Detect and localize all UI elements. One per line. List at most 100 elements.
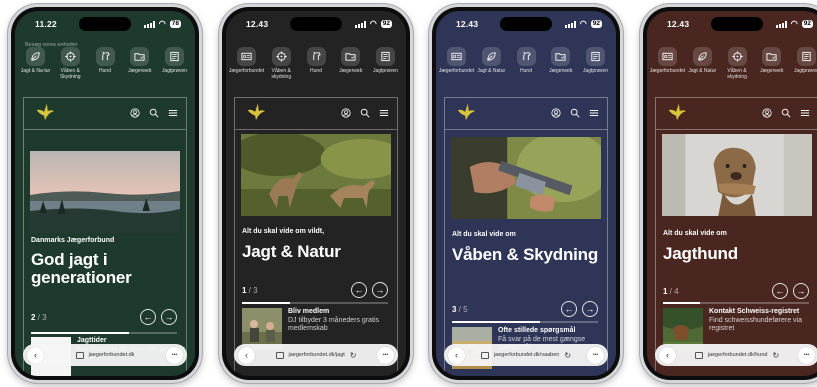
- menu-icon[interactable]: [589, 105, 599, 123]
- quicklink-item[interactable]: Jægerweb: [544, 47, 577, 74]
- slide-counter: 3 / 5: [452, 305, 468, 314]
- quicklink-label: Jægerweb: [128, 68, 152, 74]
- next-slide-button[interactable]: →: [793, 283, 809, 299]
- bird-logo-icon[interactable]: [455, 100, 477, 127]
- quicklink-label: Jagtprøven: [161, 68, 187, 74]
- quicklink-item[interactable]: Jagt & Natur: [475, 47, 508, 74]
- prev-slide-button[interactable]: ←: [561, 301, 577, 317]
- menu-icon[interactable]: [800, 105, 810, 123]
- leaf-icon: [481, 47, 501, 66]
- quicklink-label: Jagtprøven: [793, 68, 817, 74]
- hero-eyebrow: Danmarks Jægerforbund: [31, 237, 115, 244]
- address-bar[interactable]: jaegerforbundet.dk/vaaben ↻: [465, 351, 587, 360]
- user-icon[interactable]: [130, 105, 140, 123]
- quicklink-item[interactable]: Jagtprøven: [369, 47, 402, 80]
- pager-arrows: ← →: [772, 283, 809, 299]
- quicklink-item[interactable]: Jægerforbundet: [439, 47, 474, 74]
- menu-icon[interactable]: [379, 105, 389, 123]
- hero-image: [241, 134, 391, 216]
- search-icon[interactable]: [781, 105, 791, 123]
- quicklink-item[interactable]: Hund: [510, 47, 543, 74]
- address-bar[interactable]: jaegerforbundet.dk: [44, 351, 166, 359]
- battery-icon: 92: [801, 20, 813, 28]
- prev-slide-button[interactable]: ←: [351, 282, 367, 298]
- quicklink-item[interactable]: Jagt & Na-tur: [19, 47, 52, 80]
- reload-icon[interactable]: ↻: [350, 351, 357, 360]
- dynamic-island: [79, 17, 131, 31]
- prev-slide-button[interactable]: ←: [772, 283, 788, 299]
- quicklink-label: Jagtprøven: [372, 68, 398, 74]
- dynamic-island: [500, 17, 552, 31]
- quicklink-label: Jægerweb: [549, 68, 573, 74]
- status-time: 11.22: [35, 19, 57, 29]
- next-slide-button[interactable]: →: [582, 301, 598, 317]
- phone-bezel: 12.43 ◠ 92 Jægerforbundet Jagt & Natur Våben …: [643, 7, 817, 380]
- crosshair-icon: [727, 47, 747, 66]
- status-indicators: ◠ 92: [564, 20, 602, 28]
- quicklink-item[interactable]: Hund: [300, 47, 333, 80]
- search-icon[interactable]: [149, 105, 159, 123]
- quicklinks-bar: Jægerforbundet Våben & skydning Hund Jægerw…: [228, 47, 402, 80]
- bird-logo-icon[interactable]: [666, 100, 688, 127]
- slide-pager: 1 / 4 ← →: [663, 283, 809, 299]
- back-button[interactable]: ‹: [238, 346, 255, 364]
- exam-icon: [797, 47, 816, 66]
- back-button[interactable]: ‹: [448, 346, 465, 364]
- search-icon[interactable]: [570, 105, 580, 123]
- pager-arrows: ← →: [561, 301, 598, 317]
- more-options-button[interactable]: •••: [798, 346, 815, 364]
- quicklink-item[interactable]: Hund: [89, 47, 122, 80]
- menu-icon[interactable]: [168, 105, 178, 123]
- slide-total: 4: [674, 286, 679, 296]
- prev-slide-button[interactable]: ←: [140, 309, 156, 325]
- quicklink-item[interactable]: Våben & Skydning: [54, 47, 87, 80]
- phone-1: 11.22 ◠ 78 Besøg vores enheder Jagt & Na-tur…: [8, 4, 202, 383]
- phone-screen: 12.43 ◠ 92 Jægerforbundet Jagt & Natur Hund Jæ…: [436, 11, 616, 376]
- tabs-icon[interactable]: [75, 351, 84, 359]
- reload-icon[interactable]: ↻: [564, 351, 571, 360]
- bird-logo-icon[interactable]: [245, 100, 267, 127]
- crosshair-icon: [60, 47, 80, 66]
- battery-icon: 92: [380, 20, 392, 28]
- quicklink-item[interactable]: Jagt & Natur: [686, 47, 719, 80]
- exam-icon: [376, 47, 395, 66]
- tabs-icon[interactable]: [275, 351, 284, 359]
- browser-toolbar: ‹ jaegerforbundet.dk/jagt ↻ •••: [234, 344, 398, 366]
- tabs-icon[interactable]: [694, 351, 703, 359]
- quicklink-item[interactable]: Jagtprøven: [790, 47, 817, 80]
- header-actions: [762, 105, 810, 123]
- more-options-button[interactable]: •••: [377, 346, 394, 364]
- slide-counter: 1 / 3: [242, 286, 258, 295]
- quicklink-item[interactable]: Våben & skydning: [721, 47, 754, 80]
- quicklink-label: Jægerforbundet: [228, 68, 265, 74]
- quicklink-item[interactable]: Jagtprøven: [158, 47, 191, 80]
- next-slide-button[interactable]: →: [161, 309, 177, 325]
- next-slide-button[interactable]: →: [372, 282, 388, 298]
- pager-arrows: ← →: [351, 282, 388, 298]
- phone-3: 12.43 ◠ 92 Jægerforbundet Jagt & Natur Hund Jæ…: [429, 4, 623, 383]
- more-options-button[interactable]: •••: [166, 346, 183, 364]
- back-button[interactable]: ‹: [659, 346, 676, 364]
- more-options-button[interactable]: •••: [587, 346, 604, 364]
- browser-toolbar: ‹ jaegerforbundet.dk •••: [23, 344, 187, 366]
- quicklink-item[interactable]: Jægerweb: [123, 47, 156, 80]
- bird-logo-icon[interactable]: [34, 100, 56, 127]
- reload-icon[interactable]: ↻: [772, 351, 779, 360]
- search-icon[interactable]: [360, 105, 370, 123]
- back-button[interactable]: ‹: [27, 346, 44, 364]
- quicklink-item[interactable]: Jægerweb: [334, 47, 367, 80]
- user-icon[interactable]: [551, 105, 561, 123]
- quicklink-item[interactable]: Jægerforbundet: [649, 47, 686, 80]
- phone-bezel: 12.43 ◠ 92 Jægerforbundet Våben & skydning Hu…: [222, 7, 410, 380]
- quicklink-item[interactable]: Jægerforbundet: [228, 47, 265, 80]
- quicklink-item[interactable]: Jagtprøven: [579, 47, 612, 74]
- address-bar[interactable]: jaegerforbundet.dk/jagt ↻: [255, 351, 377, 360]
- user-icon[interactable]: [341, 105, 351, 123]
- quicklink-item[interactable]: Jægerweb: [755, 47, 788, 80]
- quicklink-item[interactable]: Våben & skydning: [265, 47, 298, 80]
- tabs-icon[interactable]: [480, 351, 489, 359]
- address-bar[interactable]: jaegerforbundet.dk/hund ↻: [676, 351, 798, 360]
- quicklink-label: Jægerforbundet: [649, 68, 686, 74]
- user-icon[interactable]: [762, 105, 772, 123]
- slide-total: 5: [463, 304, 468, 314]
